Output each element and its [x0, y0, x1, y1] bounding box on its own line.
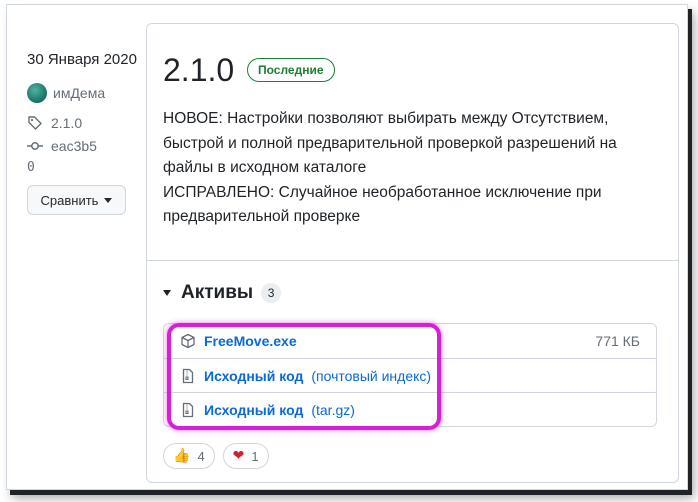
reactions-bar: 👍 4 ❤ 1: [163, 443, 269, 469]
reaction-thumbs-up[interactable]: 👍 4: [163, 443, 215, 469]
reaction-count: 4: [197, 448, 205, 464]
avatar: [27, 83, 47, 103]
asset-row[interactable]: Исходный код (почтовый индекс): [164, 358, 656, 392]
author-name: имДема: [53, 85, 106, 101]
verified-text: 0: [27, 160, 35, 175]
file-zip-icon: [182, 402, 194, 417]
reaction-heart[interactable]: ❤ 1: [222, 443, 269, 469]
notes-line: быстрой и полной предварительной проверк…: [163, 134, 617, 152]
triangle-down-icon: [163, 290, 171, 296]
release-date: 30 Января 2020: [27, 51, 137, 68]
asset-name[interactable]: Исходный код: [204, 402, 303, 418]
assets-toggle[interactable]: Активы 3: [163, 282, 282, 304]
release-frame: 30 Января 2020 имДема 2.1.0 eac3b5 0 Сра: [6, 4, 688, 490]
asset-hint: (tar.gz): [311, 401, 355, 418]
reaction-count: 1: [251, 448, 259, 464]
file-zip-icon: [182, 368, 194, 383]
asset-name[interactable]: FreeMove.exe: [204, 333, 297, 349]
notes-line: ИСПРАВЛЕНО: Случайное необработанное иск…: [163, 183, 602, 201]
thumbs-up-icon: 👍: [173, 448, 191, 464]
notes-line: файлы в исходном каталоге: [163, 159, 367, 176]
commit-link[interactable]: eac3b5: [27, 138, 97, 154]
package-icon: [181, 333, 195, 349]
tag-link[interactable]: 2.1.0: [27, 115, 82, 131]
notes-line: предварительной проверке: [163, 208, 361, 225]
assets-list: FreeMove.exe 771 КБ Исходный код (почтов…: [163, 323, 657, 427]
author-link[interactable]: имДема: [27, 83, 105, 103]
release-version[interactable]: 2.1.0: [163, 52, 234, 89]
tag-icon: [28, 116, 42, 130]
compare-label: Сравнить: [40, 192, 99, 208]
asset-name[interactable]: Исходный код: [204, 368, 303, 384]
release-notes: НОВОЕ: Настройки позволяют выбирать межд…: [163, 107, 663, 230]
asset-hint: (почтовый индекс): [311, 367, 432, 384]
heart-icon: ❤: [232, 448, 245, 464]
latest-badge: Последние: [247, 58, 335, 82]
assets-title: Активы: [181, 282, 254, 303]
compare-button[interactable]: Сравнить: [27, 185, 126, 215]
divider: [147, 260, 678, 261]
verified-indicator: 0: [27, 160, 35, 175]
release-card: 2.1.0 Последние НОВОЕ: Настройки позволя…: [146, 23, 679, 483]
git-commit-icon: [27, 142, 43, 150]
asset-size: 771 КБ: [595, 333, 640, 349]
assets-count-badge: 3: [261, 283, 282, 303]
tag-name: 2.1.0: [51, 115, 83, 131]
asset-row[interactable]: FreeMove.exe 771 КБ: [164, 324, 656, 358]
commit-hash: eac3b5: [51, 138, 97, 154]
asset-row[interactable]: Исходный код (tar.gz): [164, 392, 656, 426]
notes-line: НОВОЕ: Настройки позволяют выбирать межд…: [163, 110, 609, 127]
chevron-down-icon: [104, 197, 113, 203]
